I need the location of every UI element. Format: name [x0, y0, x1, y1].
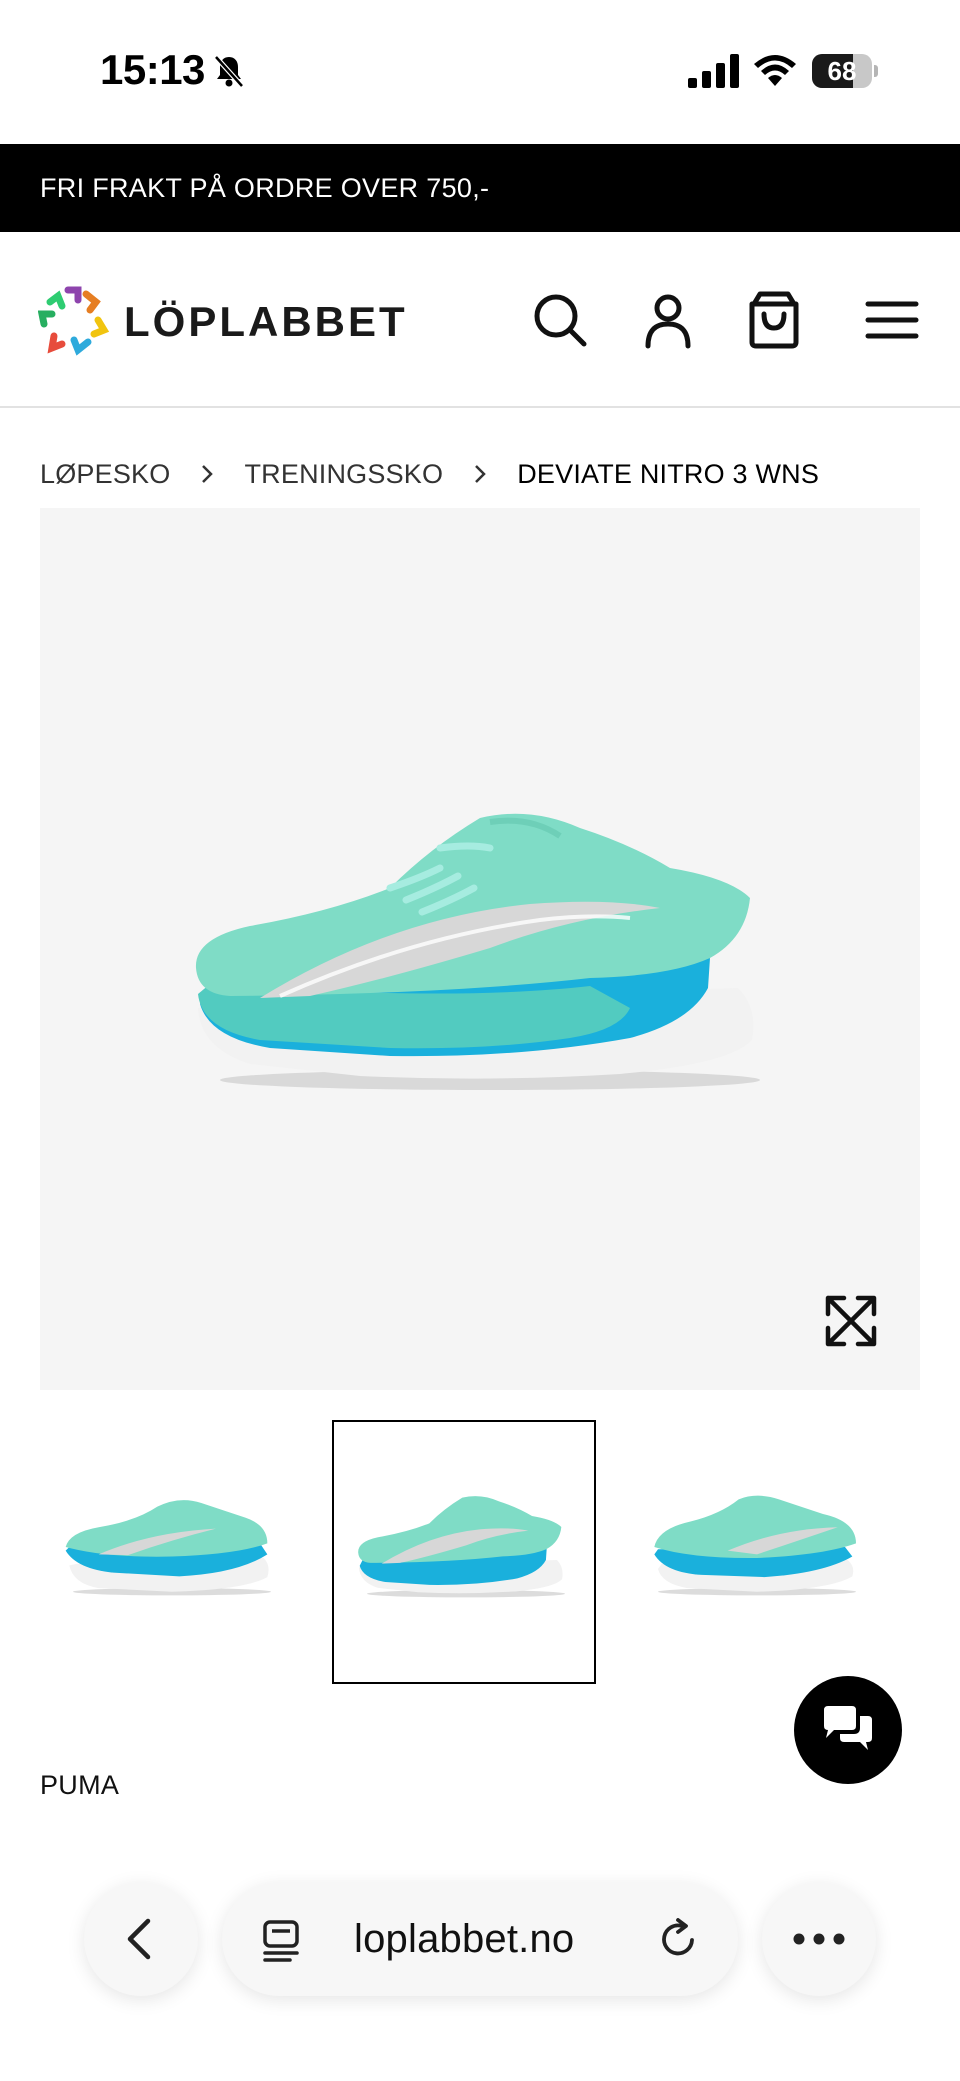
more-dots-icon — [793, 1933, 845, 1945]
battery-level: 68 — [827, 56, 857, 86]
back-button[interactable] — [84, 1882, 198, 1996]
breadcrumb-item-lopesko[interactable]: LØPESKO — [40, 459, 170, 490]
promo-text: FRI FRAKT PÅ ORDRE OVER 750,- — [40, 173, 490, 203]
tabs-icon[interactable] — [260, 1918, 302, 1962]
chat-button[interactable] — [794, 1676, 902, 1784]
status-bar: 15:13 68 — [0, 0, 960, 144]
product-brand[interactable]: PUMA — [40, 1770, 119, 1801]
account-icon[interactable] — [638, 290, 698, 350]
logo-text: LÖPLABBET — [124, 298, 408, 345]
menu-icon[interactable] — [862, 290, 922, 350]
breadcrumb: LØPESKO TRENINGSSKO DEVIATE NITRO 3 WNS — [40, 452, 819, 496]
thumbnail-3[interactable] — [625, 1420, 889, 1684]
chat-bubbles-icon — [824, 1706, 872, 1750]
battery-indicator: 68 — [812, 54, 878, 88]
thumbnail-1[interactable] — [40, 1420, 304, 1684]
breadcrumb-item-current: DEVIATE NITRO 3 WNS — [517, 458, 820, 489]
status-time: 15:13 — [100, 46, 205, 93]
site-header: LÖPLABBET — [0, 232, 960, 408]
bell-slash-icon — [214, 55, 244, 88]
shoe-thumbnail-image — [654, 1495, 856, 1596]
search-icon[interactable] — [530, 290, 590, 350]
promo-banner[interactable]: FRI FRAKT PÅ ORDRE OVER 750,- — [0, 144, 960, 232]
logo[interactable]: LÖPLABBET — [38, 286, 405, 356]
shoe-image — [195, 813, 760, 1090]
shoe-thumbnail-image — [358, 1496, 565, 1598]
more-button[interactable] — [762, 1882, 876, 1996]
wifi-icon — [754, 55, 796, 86]
cart-icon[interactable] — [744, 290, 804, 350]
product-main-image[interactable] — [40, 508, 920, 1390]
signal-icon — [688, 54, 739, 88]
url-text[interactable]: loplabbet.no — [354, 1882, 574, 1996]
reload-icon[interactable] — [658, 1918, 700, 1960]
chevron-right-icon — [475, 465, 486, 483]
address-bar[interactable]: loplabbet.no — [222, 1882, 738, 1996]
shoe-thumbnail-image — [65, 1500, 271, 1596]
expand-icon[interactable] — [824, 1294, 878, 1348]
logo-mark-icon — [38, 286, 110, 356]
chevron-left-icon — [127, 1918, 151, 1960]
breadcrumb-item-treningssko[interactable]: TRENINGSSKO — [244, 459, 443, 490]
battery-body: 68 — [812, 54, 872, 88]
thumbnail-2[interactable] — [332, 1420, 596, 1684]
battery-cap — [874, 65, 878, 77]
chevron-right-icon — [202, 465, 214, 483]
